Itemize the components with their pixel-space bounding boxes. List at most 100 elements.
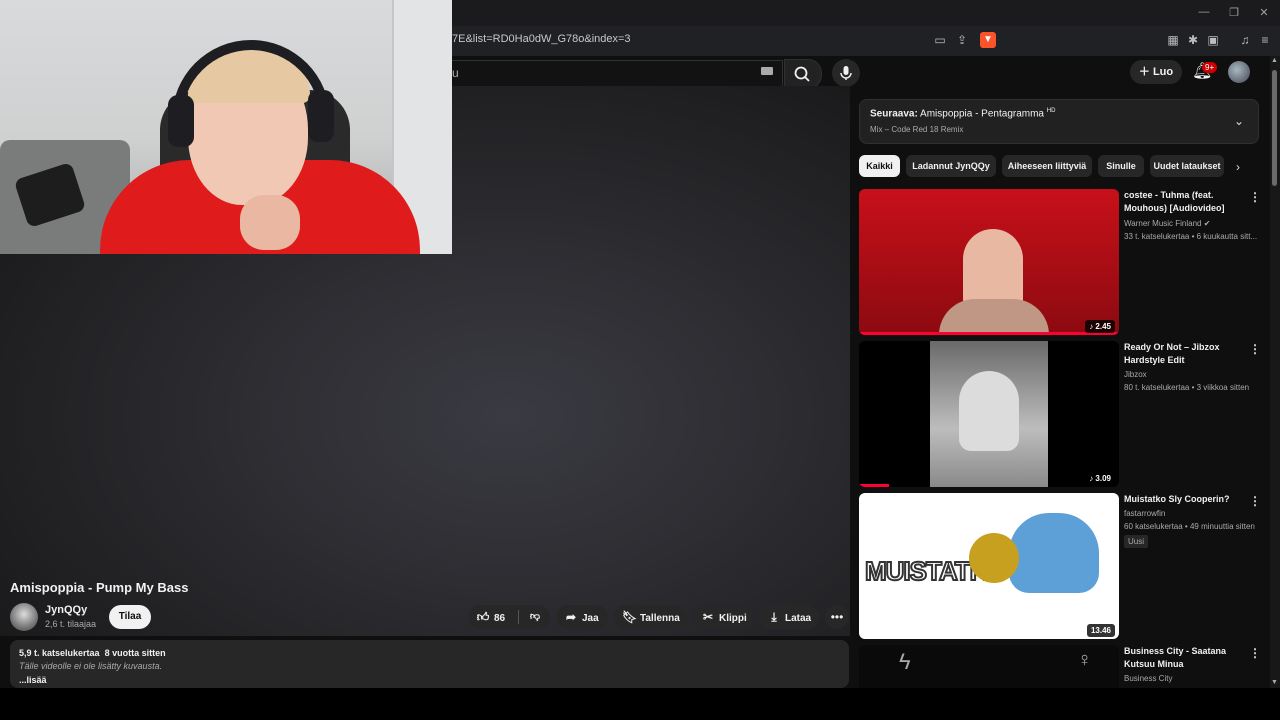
related-title[interactable]: costee - Tuhma (feat. Mouhous) [Audiovid…	[1124, 189, 1234, 215]
view-count: 5,9 t. katselukertaa	[19, 648, 100, 658]
download-label: Lataa	[785, 613, 812, 624]
related-channel[interactable]: Jibzox	[1124, 370, 1147, 379]
kebab-menu-icon[interactable]: ⋮	[1249, 342, 1261, 356]
related-title[interactable]: Muistatko Sly Cooperin?	[1124, 493, 1234, 506]
chip-related[interactable]: Aiheeseen liittyviä	[1002, 155, 1092, 177]
bottom-bar	[0, 688, 1280, 720]
clip-label: Klippi	[719, 613, 747, 624]
chevron-right-icon[interactable]: ›	[1236, 160, 1240, 174]
kebab-menu-icon[interactable]: ⋮	[1249, 494, 1261, 508]
related-channel[interactable]: Warner Music Finland ✔	[1124, 219, 1210, 228]
hd-badge: HD	[1046, 108, 1056, 114]
related-meta: 33 t. katselukertaa • 6 kuukautta sitt..…	[1124, 232, 1258, 241]
related-thumbnail[interactable]: ♪ 3.09	[859, 341, 1119, 487]
channel-avatar[interactable]	[10, 603, 38, 631]
like-divider	[518, 610, 519, 624]
voice-search-button[interactable]	[832, 59, 860, 87]
webcam-earcup-left	[168, 95, 194, 147]
webcam-earcup-right	[308, 90, 334, 142]
scroll-up-icon[interactable]: ▲	[1271, 57, 1278, 64]
mix-playlist-card[interactable]	[859, 99, 1259, 144]
thumbnail-figure	[963, 229, 1023, 309]
video-title: Amispoppia - Pump My Bass	[10, 580, 189, 595]
menu-icon[interactable]: ≡	[1258, 33, 1272, 47]
music-icon[interactable]: ♫	[1238, 33, 1252, 47]
create-label: Luo	[1152, 66, 1174, 78]
share-button[interactable]: ➦ Jaa	[556, 605, 608, 629]
upload-age: 8 vuotta sitten	[104, 648, 166, 658]
more-actions-button[interactable]: •••	[825, 605, 849, 629]
webcam-headset	[172, 40, 330, 140]
related-title[interactable]: Ready Or Not – Jibzox Hardstyle Edit	[1124, 341, 1234, 367]
subscriber-count: 2,6 t. tilaajaa	[45, 619, 97, 629]
share-icon: ➦	[565, 610, 577, 624]
notification-badge: 9+	[1202, 62, 1218, 73]
mix-subtitle: Mix – Code Red 18 Remix	[870, 125, 964, 134]
cast-icon[interactable]: ▭	[933, 33, 947, 47]
related-thumbnail[interactable]: ϟ ♀	[859, 645, 1119, 688]
puzzle-icon[interactable]: ✱	[1186, 33, 1200, 47]
related-channel[interactable]: fastarrowfin	[1124, 509, 1165, 518]
related-thumbnail[interactable]: MUISTATKO? 13.46	[859, 493, 1119, 639]
like-dislike-group: 👍︎ 86 👎︎	[468, 605, 550, 629]
scroll-down-icon[interactable]: ▼	[1271, 679, 1278, 686]
watch-progress	[859, 484, 889, 487]
kebab-menu-icon[interactable]: ⋮	[1249, 190, 1261, 204]
chip-for-you[interactable]: Sinulle	[1098, 155, 1144, 177]
plus-icon: ＋	[1138, 66, 1153, 78]
thumbnail-character-2	[969, 533, 1019, 583]
chevron-down-icon[interactable]: ⌄	[1234, 114, 1244, 128]
watch-progress	[859, 332, 1119, 335]
close-icon[interactable]: ✕	[1256, 6, 1272, 19]
mix-next-title: Seuraava: Amispoppia - Pentagramma HD	[870, 108, 1055, 119]
save-button[interactable]: 🔖︎ Tallenna	[614, 605, 687, 629]
create-button[interactable]: ＋ Luo	[1130, 60, 1182, 84]
chip-new-uploads[interactable]: Uudet lataukset	[1150, 155, 1224, 177]
related-thumbnail[interactable]: ♪ 2.45	[859, 189, 1119, 335]
like-count: 86	[494, 613, 506, 624]
video-duration: 13.46	[1086, 624, 1115, 637]
related-meta: 60 katselukertaa • 49 minuuttia sitten	[1124, 522, 1255, 531]
search-input[interactable]	[452, 60, 783, 88]
thumbnail-figure	[959, 371, 1019, 451]
dislike-button[interactable]: 👎︎	[525, 605, 545, 629]
share-label: Jaa	[582, 613, 599, 624]
thumbnail-glyph: ϟ	[899, 649, 911, 674]
minimize-icon[interactable]: —	[1196, 6, 1212, 18]
extension-icon[interactable]: ▦	[1166, 33, 1180, 47]
keyboard-icon[interactable]	[761, 67, 773, 75]
thumbs-up-icon: 👍︎	[476, 610, 490, 624]
subscribe-button[interactable]: Tilaa	[109, 605, 151, 629]
download-button[interactable]: ⤓ Lataa	[759, 605, 819, 629]
save-label: Tallenna	[640, 613, 680, 624]
account-avatar[interactable]	[1228, 61, 1250, 83]
sidebar-icon[interactable]: ▣	[1206, 33, 1220, 47]
chip-uploaded-by[interactable]: Ladannut JynQQy	[906, 155, 996, 177]
scissors-icon: ✂	[702, 610, 714, 624]
related-channel[interactable]: Business City	[1124, 674, 1172, 683]
channel-name[interactable]: JynQQy	[45, 604, 87, 616]
description-meta: 5,9 t. katselukertaa 8 vuotta sitten	[19, 648, 166, 658]
thumbnail-character	[1009, 513, 1099, 593]
mic-icon	[840, 66, 852, 80]
webcam-hand	[240, 195, 300, 250]
restore-icon[interactable]: ❐	[1226, 6, 1242, 19]
mix-next-prefix: Seuraava:	[870, 108, 918, 120]
related-title[interactable]: Business City - Saatana Kutsuu Minua	[1124, 645, 1234, 671]
download-icon: ⤓	[771, 610, 777, 624]
description-text: Tälle videolle ei ole lisätty kuvausta.	[19, 661, 163, 671]
search-button[interactable]	[784, 59, 822, 89]
chip-all[interactable]: Kaikki	[859, 155, 900, 177]
clip-button[interactable]: ✂ Klippi	[693, 605, 753, 629]
kebab-menu-icon[interactable]: ⋮	[1249, 646, 1261, 660]
like-button[interactable]: 👍︎ 86	[468, 605, 516, 629]
brave-shield-icon[interactable]: ▼	[980, 32, 996, 48]
related-meta: 80 t. katselukertaa • 3 viikkoa sitten	[1124, 383, 1250, 392]
description-more-link[interactable]: ...lisää	[19, 675, 47, 685]
search-input-text[interactable]: u	[452, 66, 459, 80]
thumbnail-figure-body	[939, 299, 1049, 335]
scrollbar-thumb[interactable]	[1272, 70, 1277, 186]
share-page-icon[interactable]: ⇪	[955, 33, 969, 47]
video-duration: ♪ 3.09	[1085, 472, 1115, 485]
url-text[interactable]: 7E&list=RD0Ha0dW_G78o&index=3	[452, 33, 631, 45]
